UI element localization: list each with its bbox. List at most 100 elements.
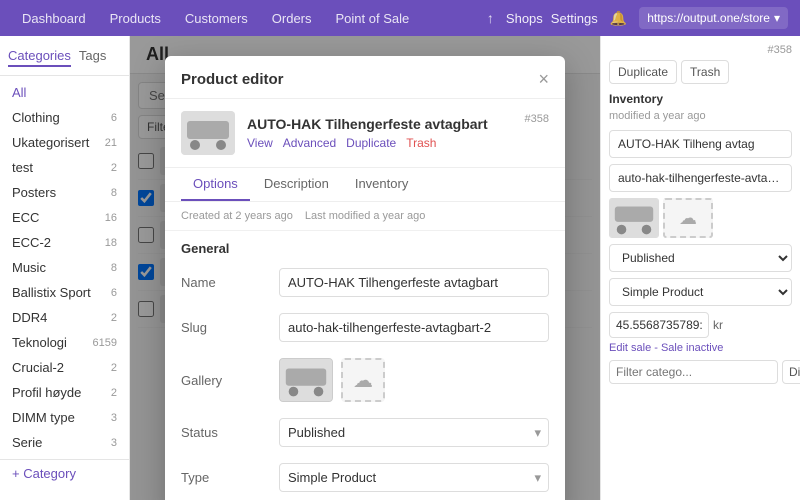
product-duplicate-link[interactable]: Duplicate <box>346 136 396 150</box>
shops-link[interactable]: Shops <box>506 11 543 26</box>
sidebar-item-label: Ukategorisert <box>12 135 89 150</box>
panel-thumb-svg <box>610 198 658 238</box>
panel-price-row: kr <box>609 312 792 338</box>
modal-overlay[interactable]: Product editor × AUTO-HAK Tilhe <box>130 36 600 500</box>
slug-label: Slug <box>181 320 271 335</box>
sidebar-tab-tags[interactable]: Tags <box>79 48 106 67</box>
nav-dashboard[interactable]: Dashboard <box>12 5 96 32</box>
nav-customers[interactable]: Customers <box>175 5 258 32</box>
panel-modified: modified a year ago <box>609 110 792 122</box>
tab-inventory[interactable]: Inventory <box>343 168 420 201</box>
panel-sale-link[interactable]: Edit sale - Sale inactive <box>609 342 792 354</box>
panel-type-select[interactable]: Simple Product Variable Product <box>609 278 792 306</box>
product-editor-modal: Product editor × AUTO-HAK Tilhe <box>165 56 565 500</box>
dropdown-icon: ▾ <box>774 11 780 25</box>
product-view-link[interactable]: View <box>247 136 273 150</box>
sidebar-item-ecc[interactable]: ECC 16 <box>0 205 129 230</box>
sidebar-item-ecc2[interactable]: ECC-2 18 <box>0 230 129 255</box>
sidebar-item-ddr4[interactable]: DDR4 2 <box>0 305 129 330</box>
sidebar-item-label: DIMM type <box>12 410 75 425</box>
sidebar-item-badge: 8 <box>111 262 117 274</box>
sidebar-item-music[interactable]: Music 8 <box>0 255 129 280</box>
sidebar-item-label: ECC-2 <box>12 235 51 250</box>
gallery-upload-button[interactable]: ☁ <box>341 358 385 402</box>
status-label: Status <box>181 425 271 440</box>
name-field-row: Name <box>165 260 565 305</box>
product-thumbnail <box>181 111 235 155</box>
top-navigation: Dashboard Products Customers Orders Poin… <box>0 0 800 36</box>
sidebar-item-badge: 16 <box>105 212 117 224</box>
panel-filter-row: Discard Save <box>609 360 792 384</box>
gallery-field-row: Gallery ☁ <box>165 350 565 410</box>
status-select-wrapper: Published Draft Private <box>279 418 549 447</box>
duplicate-button[interactable]: Duplicate <box>609 60 677 84</box>
sidebar-item-label: Clothing <box>12 110 60 125</box>
status-select[interactable]: Published Draft Private <box>279 418 549 447</box>
sidebar-item-test[interactable]: test 2 <box>0 155 129 180</box>
sidebar-tab-categories[interactable]: Categories <box>8 48 71 67</box>
panel-badge: #358 <box>609 44 792 56</box>
sidebar-item-label: Teknologi <box>12 335 67 350</box>
sidebar-item-ukategorisert[interactable]: Ukategorisert 21 <box>0 130 129 155</box>
sidebar-item-dimm[interactable]: DIMM type 3 <box>0 405 129 430</box>
sidebar-item-label: test <box>12 160 33 175</box>
sidebar-item-badge: 6159 <box>93 337 117 349</box>
tab-options[interactable]: Options <box>181 168 250 201</box>
panel-filter-input[interactable] <box>609 360 778 384</box>
store-url[interactable]: https://output.one/store ▾ <box>639 7 788 29</box>
sidebar-item-badge: 21 <box>105 137 117 149</box>
add-category-button[interactable]: + Category <box>0 459 129 487</box>
sidebar-item-serie[interactable]: Serie 3 <box>0 430 129 455</box>
sidebar-item-all[interactable]: All <box>0 80 129 105</box>
sidebar-item-badge: 2 <box>111 312 117 324</box>
panel-upload-thumb[interactable]: ☁ <box>663 198 713 238</box>
content-area: All Filter att... <box>130 36 600 500</box>
sidebar-item-label: Music <box>12 260 46 275</box>
panel-slug-field: auto-hak-tilhengerfeste-avtagba <box>609 164 792 192</box>
notification-icon[interactable]: 🔔 <box>606 6 631 31</box>
modal-meta: Created at 2 years ago Last modified a y… <box>165 202 565 231</box>
sidebar-item-badge: 6 <box>111 287 117 299</box>
product-advanced-link[interactable]: Advanced <box>283 136 336 150</box>
slug-input[interactable] <box>279 313 549 342</box>
type-field-row: Type Simple Product Variable Product <box>165 455 565 500</box>
sidebar-item-teknologi[interactable]: Teknologi 6159 <box>0 330 129 355</box>
gallery-image-svg <box>280 358 332 402</box>
panel-thumbnails: ☁ <box>609 198 792 238</box>
main-layout: Categories Tags All Clothing 6 Ukategori… <box>0 36 800 500</box>
status-field-row: Status Published Draft Private <box>165 410 565 455</box>
discard-button[interactable]: Discard <box>782 360 800 384</box>
sidebar-tab-bar: Categories Tags <box>0 44 129 76</box>
name-input[interactable] <box>279 268 549 297</box>
modal-tab-bar: Options Description Inventory <box>165 168 565 202</box>
panel-status-select[interactable]: Published Draft <box>609 244 792 272</box>
modal-section-general: General <box>165 231 565 260</box>
modal-product-links: View Advanced Duplicate Trash <box>247 136 513 150</box>
trash-button[interactable]: Trash <box>681 60 729 84</box>
product-trash-link[interactable]: Trash <box>406 136 436 150</box>
sidebar: Categories Tags All Clothing 6 Ukategori… <box>0 36 130 500</box>
sidebar-item-crucial2[interactable]: Crucial-2 2 <box>0 355 129 380</box>
tab-description[interactable]: Description <box>252 168 341 201</box>
sidebar-item-badge: 8 <box>111 187 117 199</box>
modal-product-header: AUTO-HAK Tilhengerfeste avtagbart View A… <box>165 99 565 168</box>
panel-thumbnail <box>609 198 659 238</box>
modal-close-button[interactable]: × <box>538 70 549 88</box>
nav-pos[interactable]: Point of Sale <box>326 5 420 32</box>
panel-actions: Duplicate Trash <box>609 60 792 84</box>
product-image-svg <box>181 111 235 155</box>
panel-price-input[interactable] <box>609 312 709 338</box>
gallery-thumbnail[interactable] <box>279 358 333 402</box>
sidebar-item-badge: 3 <box>111 412 117 424</box>
sidebar-item-label: ECC <box>12 210 39 225</box>
nav-products[interactable]: Products <box>100 5 171 32</box>
sidebar-item-label: Serie <box>12 435 42 450</box>
nav-orders[interactable]: Orders <box>262 5 322 32</box>
settings-link[interactable]: Settings <box>551 11 598 26</box>
sidebar-item-clothing[interactable]: Clothing 6 <box>0 105 129 130</box>
sidebar-item-profil[interactable]: Profil høyde 2 <box>0 380 129 405</box>
slug-field-row: Slug <box>165 305 565 350</box>
type-select[interactable]: Simple Product Variable Product <box>279 463 549 492</box>
sidebar-item-posters[interactable]: Posters 8 <box>0 180 129 205</box>
sidebar-item-ballistix[interactable]: Ballistix Sport 6 <box>0 280 129 305</box>
